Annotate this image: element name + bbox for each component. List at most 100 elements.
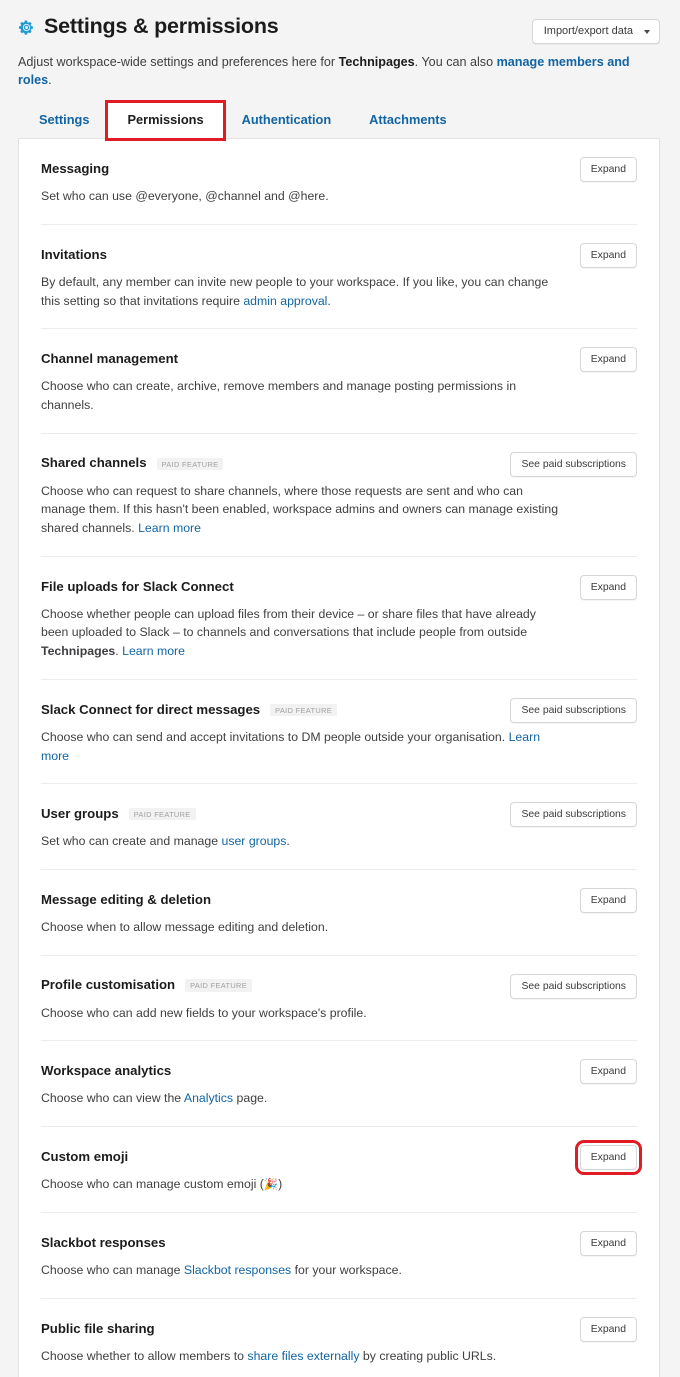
import-export-data-label: Import/export data xyxy=(543,25,633,37)
section-title: Messaging xyxy=(41,161,110,177)
learn-more-link[interactable]: Learn more xyxy=(122,644,185,658)
description-text: Set who can create and manage xyxy=(41,834,222,849)
section-description: Choose who can request to share channels… xyxy=(41,482,561,538)
gear-icon xyxy=(18,20,33,35)
section-description: Choose who can create, archive, remove m… xyxy=(41,377,561,414)
section-title: User groups xyxy=(41,805,119,821)
section-custom-emoji: Custom emoji Choose who can manage custom… xyxy=(41,1127,643,1214)
permissions-card: Messaging Set who can use @everyone, @cha… xyxy=(18,138,660,1377)
section-description: Choose who can send and accept invitatio… xyxy=(41,728,561,765)
section-description: Choose who can view the Analytics page. xyxy=(41,1089,561,1108)
page-subtitle: Adjust workspace-wide settings and prefe… xyxy=(18,53,660,90)
subtitle-prefix: Adjust workspace-wide settings and prefe… xyxy=(18,54,339,69)
workspace-name: Technipages xyxy=(338,54,415,69)
analytics-link[interactable]: Analytics xyxy=(184,1091,233,1105)
section-title: Invitations xyxy=(41,246,107,262)
subtitle-middle: . You can also xyxy=(414,54,497,69)
see-paid-subscriptions-button-shared-channels[interactable]: See paid subscriptions xyxy=(510,451,637,477)
section-slack-connect-for-direct-messages: Slack Connect for direct messages PAID FE… xyxy=(41,680,637,785)
section-title: Message editing & deletion xyxy=(41,891,212,907)
section-header: Message editing & deletion xyxy=(41,891,637,909)
expand-button-workspace-analytics[interactable]: Expand xyxy=(579,1059,637,1085)
party-popper-emoji-icon: 🎉 xyxy=(263,1178,279,1191)
section-description: Choose who can add new fields to your wo… xyxy=(41,1004,561,1023)
section-description: Choose whether to allow members to share… xyxy=(41,1347,561,1366)
tab-settings[interactable]: Settings xyxy=(20,103,108,138)
section-description: Choose whether people can upload files f… xyxy=(41,605,561,661)
section-description: Choose when to allow message editing and… xyxy=(41,918,561,937)
description-text: Choose who can manage custom emoji ( xyxy=(41,1176,264,1191)
section-header: Public file sharing xyxy=(41,1320,637,1338)
section-header: Custom emoji xyxy=(41,1148,637,1166)
section-header: Messaging xyxy=(41,160,637,178)
section-header: Workspace analytics xyxy=(41,1062,637,1080)
section-message-editing-deletion: Message editing & deletion Choose when to… xyxy=(41,870,637,956)
description-text: Choose when to allow message editing and… xyxy=(41,919,329,934)
description-text: Choose who can view the xyxy=(41,1091,184,1106)
section-messaging: Messaging Set who can use @everyone, @cha… xyxy=(41,139,637,225)
section-description: Choose who can manage custom emoji (🎉) xyxy=(41,1175,561,1194)
description-text: Choose who can request to share channels… xyxy=(41,483,559,536)
paid-feature-badge: PAID FEATURE xyxy=(185,979,253,992)
description-text: Choose whether to allow members to xyxy=(41,1349,248,1364)
section-title: Slackbot responses xyxy=(41,1235,166,1251)
tab-permissions[interactable]: Permissions xyxy=(105,100,226,142)
section-profile-customisation: Profile customisation PAID FEATURE Choose … xyxy=(41,956,637,1042)
user-groups-link[interactable]: user groups xyxy=(221,834,286,848)
tab-attachments[interactable]: Attachments xyxy=(350,103,466,138)
description-text: Choose who can send and accept invitatio… xyxy=(41,729,509,744)
see-paid-subscriptions-button-profile-customisation[interactable]: See paid subscriptions xyxy=(510,973,637,999)
expand-button-slackbot-responses[interactable]: Expand xyxy=(579,1231,637,1257)
section-header: Invitations xyxy=(41,246,637,264)
paid-feature-badge: PAID FEATURE xyxy=(128,808,196,821)
import-export-data-button[interactable]: Import/export data xyxy=(531,19,660,44)
section-title: Custom emoji xyxy=(41,1148,129,1164)
share-files-externally-link[interactable]: share files externally xyxy=(247,1349,359,1363)
description-text: . xyxy=(327,293,331,308)
expand-button-message-editing-deletion[interactable]: Expand xyxy=(579,887,637,913)
section-title: Public file sharing xyxy=(41,1320,155,1336)
expand-button-invitations[interactable]: Expand xyxy=(579,242,637,268)
paid-feature-badge: PAID FEATURE xyxy=(270,703,338,717)
page-header: Settings & permissions Import/export dat… xyxy=(0,0,680,89)
tab-bar: Settings Permissions Authentication Atta… xyxy=(0,100,680,142)
section-invitations: Invitations By default, any member can in… xyxy=(41,225,637,330)
page-title: Settings & permissions xyxy=(44,14,279,38)
section-title: Slack Connect for direct messages xyxy=(41,701,261,717)
description-text: Choose who can add new fields to your wo… xyxy=(41,1005,367,1020)
section-description: Set who can use @everyone, @channel and … xyxy=(41,187,561,206)
section-description: Set who can create and manage user group… xyxy=(41,832,561,851)
see-paid-subscriptions-button-user-groups[interactable]: See paid subscriptions xyxy=(510,802,637,828)
section-file-uploads-for-slack-connect: File uploads for Slack Connect Choose whe… xyxy=(41,557,637,680)
admin-approval-link[interactable]: admin approval xyxy=(243,294,327,308)
section-shared-channels: Shared channels PAID FEATURE Choose who ca… xyxy=(41,434,637,557)
subtitle-suffix: . xyxy=(48,73,52,88)
section-slackbot-responses: Slackbot responses Choose who can manage … xyxy=(41,1213,637,1300)
section-public-file-sharing: Public file sharing Choose whether to all… xyxy=(41,1299,637,1377)
section-title: Channel management xyxy=(41,351,179,367)
workspace-name: Technipages xyxy=(41,644,116,659)
see-paid-subscriptions-button-slack-connect-for-direct-messages[interactable]: See paid subscriptions xyxy=(510,697,637,723)
expand-button-file-uploads-for-slack-connect[interactable]: Expand xyxy=(579,574,637,600)
section-header: File uploads for Slack Connect xyxy=(41,578,637,596)
slackbot-responses-link[interactable]: Slackbot responses xyxy=(184,1263,291,1277)
expand-button-public-file-sharing[interactable]: Expand xyxy=(579,1317,637,1343)
tab-authentication[interactable]: Authentication xyxy=(223,103,351,138)
section-description: By default, any member can invite new pe… xyxy=(41,273,561,310)
description-text: page. xyxy=(233,1091,268,1106)
section-channel-management: Channel management Choose who can create,… xyxy=(41,329,637,434)
expand-button-channel-management[interactable]: Expand xyxy=(579,347,637,373)
description-text: for your workspace. xyxy=(291,1263,402,1278)
description-text: by creating public URLs. xyxy=(359,1349,497,1364)
section-user-groups: User groups PAID FEATURE Set who can creat… xyxy=(41,784,637,870)
learn-more-link[interactable]: Learn more xyxy=(138,521,201,535)
section-header: Slackbot responses xyxy=(41,1234,637,1252)
section-workspace-analytics: Workspace analytics Choose who can view t… xyxy=(41,1041,637,1127)
expand-button-custom-emoji[interactable]: Expand xyxy=(574,1139,643,1175)
expand-button-messaging[interactable]: Expand xyxy=(579,157,637,183)
section-title: Shared channels xyxy=(41,455,147,471)
section-header: Channel management xyxy=(41,350,637,368)
description-text: ) xyxy=(278,1176,283,1191)
paid-feature-badge: PAID FEATURE xyxy=(156,457,224,470)
description-text: Choose whether people can upload files f… xyxy=(41,606,536,640)
